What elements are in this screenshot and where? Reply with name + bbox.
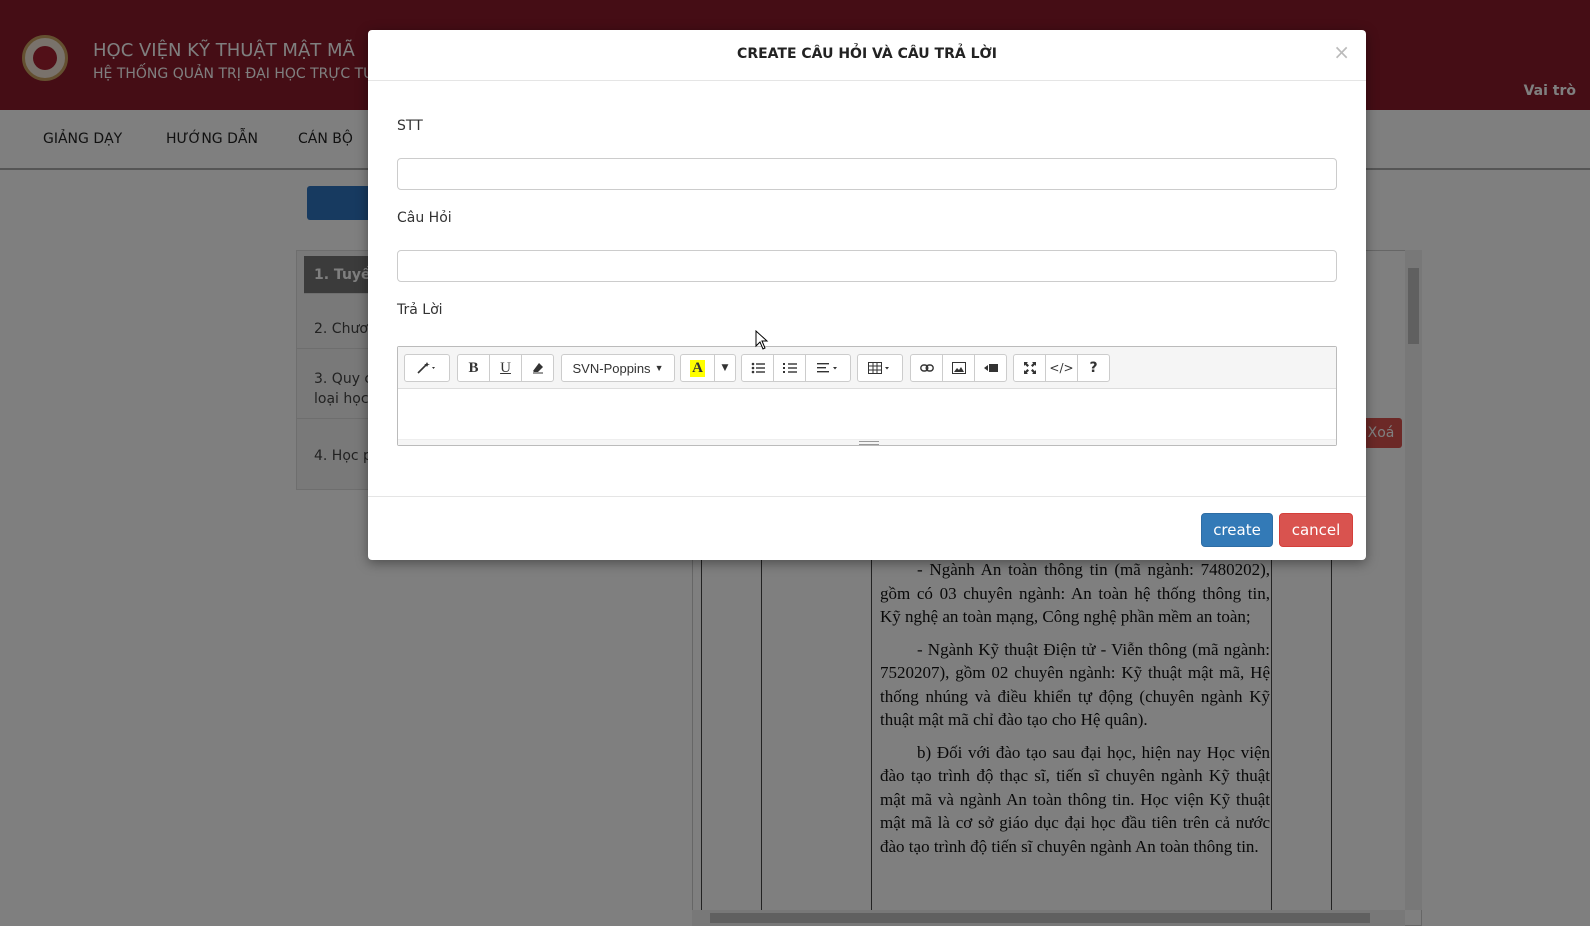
magic-wand-icon[interactable] [404, 354, 450, 382]
underline-button[interactable]: U [489, 354, 522, 382]
caret-down-icon: ▼ [654, 363, 664, 373]
answer-editor-body[interactable] [398, 389, 1336, 439]
image-icon[interactable] [942, 354, 975, 382]
modal-title: CREATE CÂU HỎI VÀ CÂU TRẢ LỜI [737, 46, 997, 62]
cancel-button[interactable]: cancel [1279, 513, 1353, 547]
font-family-label: SVN-Poppins [572, 360, 651, 376]
stt-input[interactable] [397, 158, 1337, 190]
numbered-list-icon[interactable] [773, 354, 806, 382]
close-icon[interactable]: × [1333, 42, 1350, 62]
question-label: Câu Hỏi [397, 210, 452, 226]
fullscreen-icon[interactable] [1013, 354, 1046, 382]
caret-down-icon[interactable]: ▼ [714, 354, 736, 382]
editor-resize-bar[interactable] [398, 439, 1336, 445]
resize-grip-icon[interactable] [859, 441, 879, 445]
stt-label: STT [397, 118, 423, 134]
video-icon[interactable] [974, 354, 1007, 382]
mouse-cursor-icon [755, 330, 769, 350]
font-family-select[interactable]: SVN-Poppins ▼ [561, 354, 675, 382]
modal-header: CREATE CÂU HỎI VÀ CÂU TRẢ LỜI × [368, 30, 1366, 81]
table-icon[interactable] [857, 354, 903, 382]
editor-toolbar: B U SVN-Poppins ▼ A ▼ </> ? [398, 347, 1336, 389]
align-icon[interactable] [805, 354, 851, 382]
answer-label: Trả Lời [397, 302, 443, 318]
create-qa-modal: CREATE CÂU HỎI VÀ CÂU TRẢ LỜI × STT Câu … [368, 30, 1366, 560]
create-button[interactable]: create [1201, 513, 1273, 547]
answer-rich-text-editor: B U SVN-Poppins ▼ A ▼ </> ? [397, 346, 1337, 446]
help-button[interactable]: ? [1077, 354, 1110, 382]
modal-footer: create cancel [368, 496, 1366, 560]
bold-button[interactable]: B [457, 354, 490, 382]
link-icon[interactable] [910, 354, 943, 382]
code-view-button[interactable]: </> [1045, 354, 1078, 382]
eraser-icon[interactable] [521, 354, 554, 382]
bullet-list-icon[interactable] [741, 354, 774, 382]
question-input[interactable] [397, 250, 1337, 282]
text-color-label: A [690, 359, 705, 377]
text-color-button[interactable]: A [680, 354, 715, 382]
